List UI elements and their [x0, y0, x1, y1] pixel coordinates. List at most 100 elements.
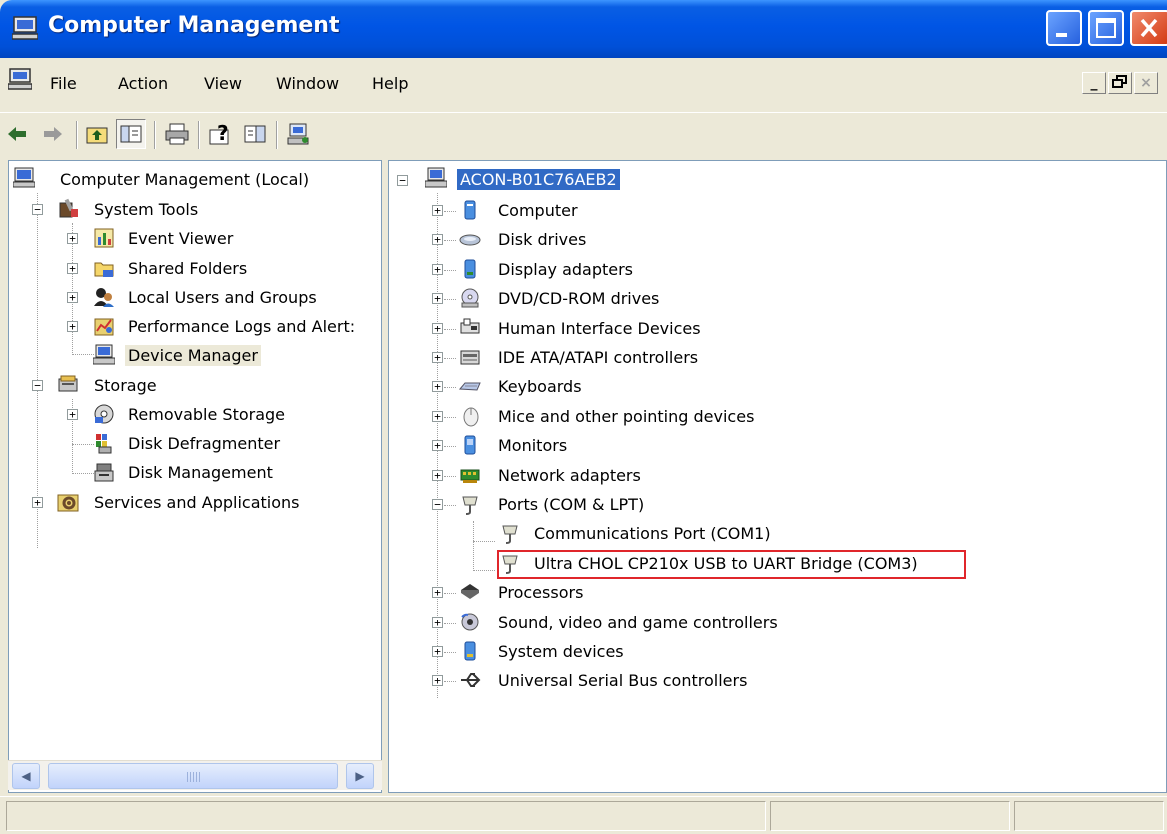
scroll-left-button[interactable]: ◀	[12, 763, 40, 789]
expand-toggle[interactable]: +	[432, 205, 443, 216]
device-category-sound-video-and-game-controllers[interactable]: Sound, video and game controllers	[495, 612, 781, 633]
device-category-computer[interactable]: Computer	[495, 200, 581, 221]
expand-toggle[interactable]: +	[432, 616, 443, 628]
up-folder-icon	[86, 127, 108, 144]
forward-button[interactable]	[38, 119, 68, 149]
tree-item-computer-management[interactable]: Computer Management (Local)	[57, 169, 312, 190]
tree-connector	[72, 444, 94, 445]
tree-item-performance-logs[interactable]: Performance Logs and Alert:	[125, 316, 358, 337]
show-hide-tree-button[interactable]	[116, 119, 146, 149]
device-action-button[interactable]	[284, 119, 314, 149]
expand-toggle[interactable]: +	[432, 352, 443, 363]
tree-item-storage[interactable]: Storage	[91, 375, 160, 396]
collapse-toggle[interactable]: −	[32, 380, 43, 391]
mdi-close-button[interactable]: ×	[1134, 72, 1158, 94]
menu-bar: File Action View Window Help _ ×	[0, 58, 1167, 112]
system-menu-icon[interactable]	[8, 68, 32, 90]
expand-toggle[interactable]: +	[432, 234, 443, 246]
expand-toggle[interactable]: +	[67, 409, 78, 420]
back-arrow-icon	[8, 127, 26, 141]
storage-icon	[58, 375, 78, 392]
toolbar: ?	[0, 112, 1167, 156]
expand-toggle[interactable]: +	[67, 263, 78, 274]
tree-item-computer-root[interactable]: ACON-B01C76AEB2	[457, 169, 620, 190]
expand-toggle[interactable]: +	[67, 233, 78, 244]
device-category-mice-and-other-pointing-devices[interactable]: Mice and other pointing devices	[495, 406, 757, 427]
device-category-disk-drives[interactable]: Disk drives	[495, 229, 589, 250]
tree-item-system-tools[interactable]: System Tools	[91, 199, 201, 220]
title-bar[interactable]: Computer Management	[0, 0, 1167, 58]
expand-toggle[interactable]: +	[432, 410, 443, 422]
tree-connector	[444, 299, 456, 301]
print-button[interactable]	[162, 119, 192, 149]
mdi-minimize-button[interactable]: _	[1082, 72, 1106, 94]
expand-toggle[interactable]: +	[432, 381, 443, 393]
tree-item-shared-folders[interactable]: Shared Folders	[125, 258, 250, 279]
menu-window[interactable]: Window	[276, 74, 339, 93]
maximize-button[interactable]	[1088, 10, 1124, 46]
tree-connector	[444, 593, 456, 595]
device-category-system-devices[interactable]: System devices	[495, 641, 627, 662]
menu-view[interactable]: View	[204, 74, 242, 93]
expand-toggle[interactable]: +	[67, 321, 78, 332]
local-users-icon	[94, 288, 114, 307]
device-category-keyboards[interactable]: Keyboards	[495, 376, 585, 397]
expand-toggle[interactable]: +	[432, 293, 443, 305]
scroll-thumb[interactable]	[48, 763, 338, 789]
expand-toggle[interactable]: +	[432, 587, 443, 599]
expand-toggle[interactable]: +	[432, 469, 443, 481]
device-category-universal-serial-bus-controllers[interactable]: Universal Serial Bus controllers	[495, 670, 750, 691]
scroll-right-button[interactable]: ▶	[346, 763, 374, 789]
back-button[interactable]	[2, 119, 32, 149]
tree-connector	[473, 541, 495, 542]
device-category-monitors[interactable]: Monitors	[495, 435, 570, 456]
collapse-toggle[interactable]: −	[397, 175, 408, 186]
device-category-network-adapters[interactable]: Network adapters	[495, 465, 644, 486]
menu-help[interactable]: Help	[372, 74, 408, 93]
close-button[interactable]	[1130, 10, 1167, 46]
expand-toggle[interactable]: +	[432, 646, 443, 657]
device-tree-pane[interactable]: − ACON-B01C76AEB2 + Computer + Disk drives +…	[388, 160, 1167, 793]
collapse-toggle[interactable]: −	[32, 204, 43, 215]
tree-connector	[72, 473, 94, 474]
toolbar-separator	[154, 121, 156, 149]
horizontal-scrollbar[interactable]: ◀ ▶	[8, 760, 382, 790]
tree-item-event-viewer[interactable]: Event Viewer	[125, 228, 236, 249]
device-category-display-adapters[interactable]: Display adapters	[495, 259, 636, 280]
collapse-toggle[interactable]: −	[432, 499, 443, 510]
expand-toggle[interactable]: +	[432, 263, 443, 275]
minimize-button[interactable]	[1046, 10, 1082, 46]
tree-item-disk-management[interactable]: Disk Management	[125, 462, 276, 483]
mdi-restore-button[interactable]	[1108, 72, 1132, 94]
tree-connector	[444, 416, 456, 418]
device-category-processors[interactable]: Processors	[495, 582, 586, 603]
expand-toggle[interactable]: +	[67, 292, 78, 303]
properties-button[interactable]	[240, 119, 270, 149]
console-tree-pane[interactable]: Computer Management (Local) − System Too…	[8, 160, 382, 793]
expand-toggle[interactable]: +	[432, 440, 443, 452]
help-button[interactable]: ?	[206, 119, 236, 149]
menu-action[interactable]: Action	[118, 74, 168, 93]
expand-toggle[interactable]: +	[32, 497, 43, 508]
tree-item-disk-defragmenter[interactable]: Disk Defragmenter	[125, 433, 283, 454]
tree-connector	[72, 354, 94, 355]
performance-logs-icon	[94, 318, 114, 336]
expand-toggle[interactable]: +	[432, 675, 443, 687]
universal-serial-bus-controllers-icon	[461, 673, 481, 688]
expand-toggle[interactable]: +	[432, 322, 443, 334]
device-communications-port[interactable]: Communications Port (COM1)	[531, 523, 774, 544]
device-category-dvd-cd-rom-drives[interactable]: DVD/CD-ROM drives	[495, 288, 662, 309]
device-category-human-interface-devices[interactable]: Human Interface Devices	[495, 318, 704, 339]
human-interface-devices-icon	[460, 318, 480, 334]
minimize-icon	[1056, 33, 1067, 37]
device-category-ports-com-lpt[interactable]: Ports (COM & LPT)	[495, 494, 647, 515]
sound-video-and-game-controllers-icon	[461, 613, 479, 631]
tree-item-removable-storage[interactable]: Removable Storage	[125, 404, 288, 425]
tree-item-device-manager[interactable]: Device Manager	[125, 345, 261, 366]
tree-item-local-users-groups[interactable]: Local Users and Groups	[125, 287, 320, 308]
up-level-button[interactable]	[82, 119, 112, 149]
menu-file[interactable]: File	[50, 74, 77, 93]
tree-connector	[444, 387, 456, 389]
tree-item-services-applications[interactable]: Services and Applications	[91, 492, 302, 513]
device-category-ide-ata-atapi-controllers[interactable]: IDE ATA/ATAPI controllers	[495, 347, 701, 368]
